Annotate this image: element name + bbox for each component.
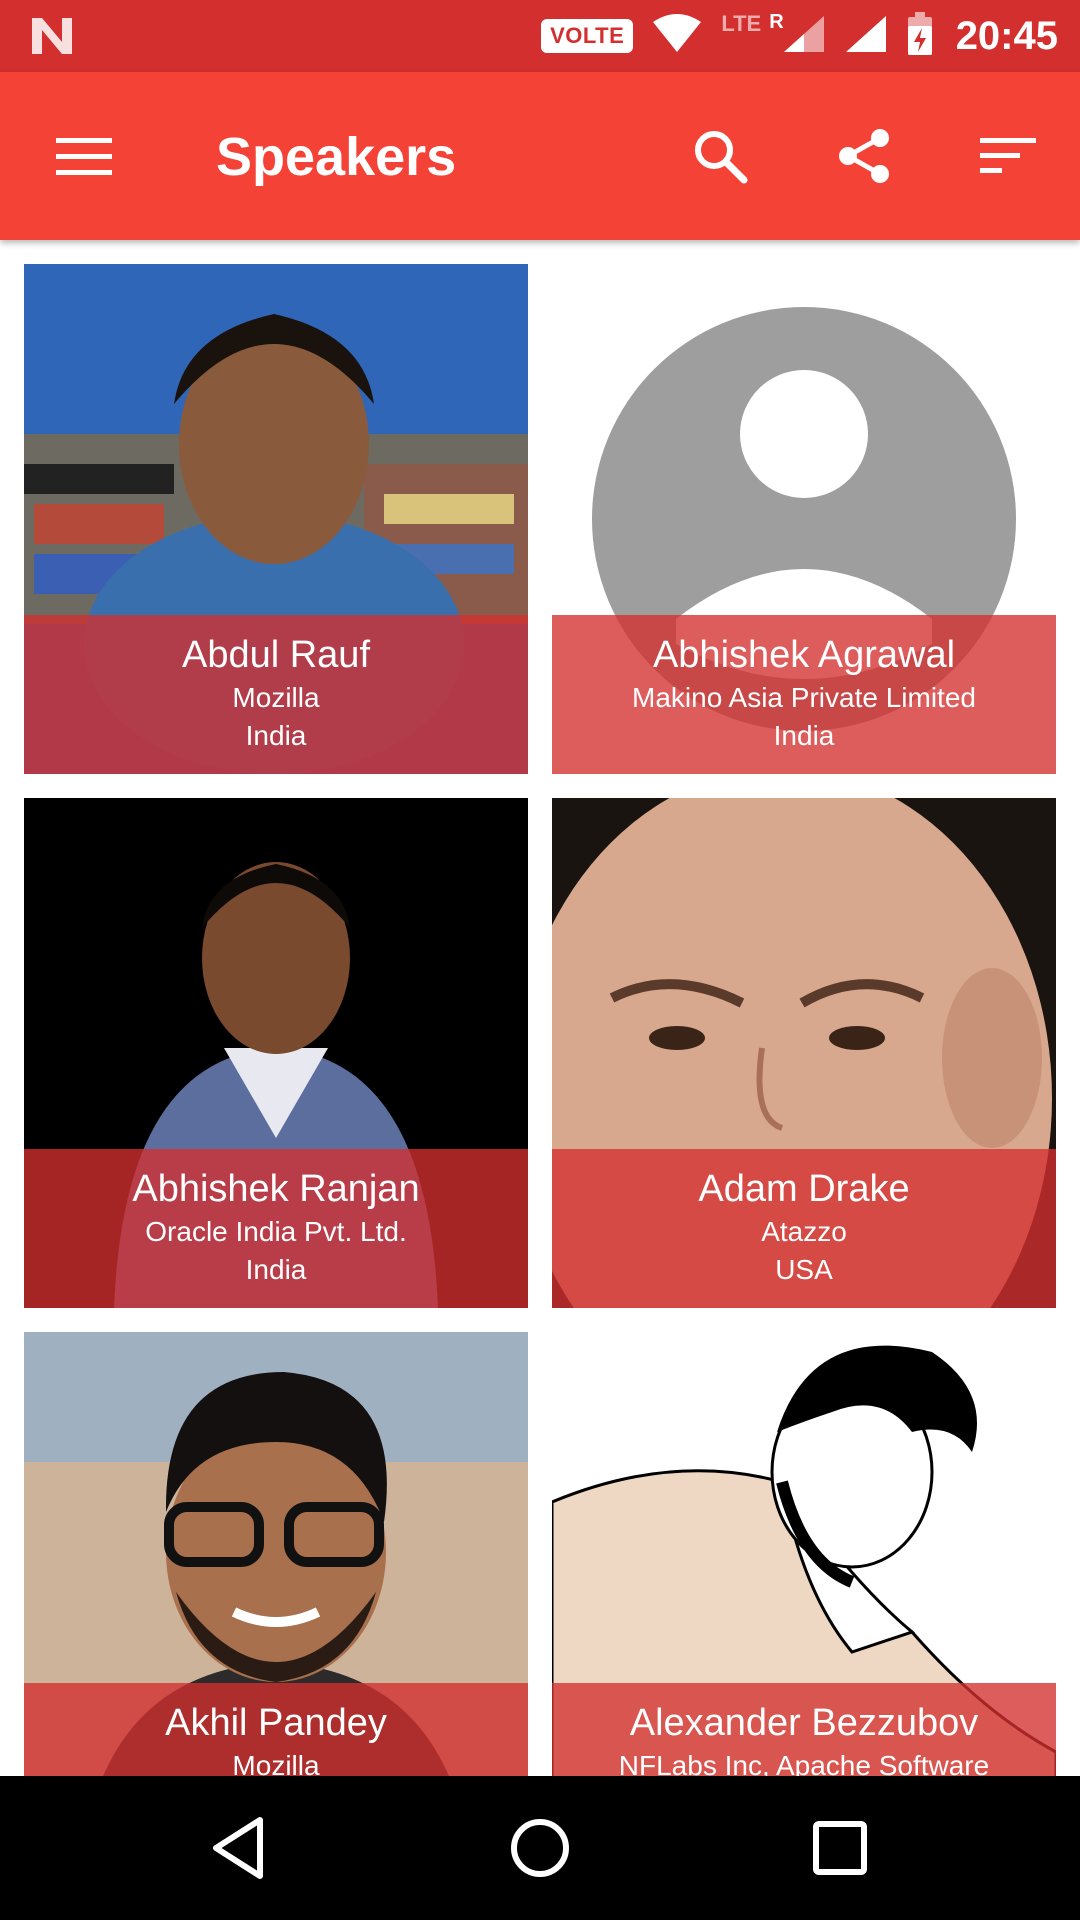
speaker-organisation: Mozilla — [232, 1750, 320, 1776]
speaker-organisation: NFLabs Inc, Apache Software Foundation — [618, 1750, 990, 1776]
speaker-country: India — [245, 720, 307, 751]
speaker-organisation: Oracle India Pvt. Ltd. — [145, 1216, 407, 1247]
speaker-card[interactable]: Adam Drake Atazzo USA — [552, 798, 1056, 1308]
page-title: Speakers — [216, 127, 457, 187]
speaker-info: Adam Drake Atazzo USA — [552, 1149, 1056, 1308]
speaker-name: Alexander Bezzubov — [629, 1702, 979, 1744]
speaker-name: Abhishek Ranjan — [132, 1168, 420, 1210]
speaker-country: India — [245, 1254, 307, 1285]
sort-icon[interactable] — [972, 120, 1044, 192]
search-icon[interactable] — [684, 120, 756, 192]
app-bar: Speakers — [0, 72, 1080, 240]
speaker-card[interactable]: Alexander Bezzubov NFLabs Inc, Apache So… — [552, 1332, 1056, 1776]
speaker-info: Abdul Rauf Mozilla India — [24, 615, 528, 774]
speaker-country: India — [773, 720, 835, 751]
speaker-info: Abhishek Agrawal Makino Asia Private Lim… — [552, 615, 1056, 774]
speaker-card[interactable]: Abdul Rauf Mozilla India — [24, 264, 528, 774]
navigation-bar — [0, 1776, 1080, 1920]
notification-n-icon — [28, 14, 76, 58]
speaker-info: Akhil Pandey Mozilla — [24, 1683, 528, 1776]
back-icon[interactable] — [204, 1812, 276, 1884]
speaker-name: Abhishek Agrawal — [652, 634, 956, 676]
speaker-info: Abhishek Ranjan Oracle India Pvt. Ltd. I… — [24, 1149, 528, 1308]
speaker-card[interactable]: Akhil Pandey Mozilla — [24, 1332, 528, 1776]
speaker-name: Abdul Rauf — [181, 634, 370, 676]
speaker-organisation: Mozilla — [232, 682, 320, 713]
speaker-card[interactable]: Abhishek Agrawal Makino Asia Private Lim… — [552, 264, 1056, 774]
speaker-name: Adam Drake — [698, 1168, 910, 1210]
roaming-indicator: R — [769, 10, 784, 33]
speaker-card[interactable]: Abhishek Ranjan Oracle India Pvt. Ltd. I… — [24, 798, 528, 1308]
recents-icon[interactable] — [804, 1812, 876, 1884]
wifi-icon — [651, 13, 703, 59]
battery-charging-icon — [906, 11, 934, 61]
speaker-organisation: Atazzo — [761, 1216, 847, 1247]
speaker-organisation: Makino Asia Private Limited — [632, 682, 976, 713]
speakers-grid: Abdul Rauf Mozilla India Abhishek Agrawa… — [24, 264, 1056, 1776]
status-time: 20:45 — [955, 13, 1058, 58]
volte-badge: VOLTE — [541, 19, 634, 53]
speaker-info: Alexander Bezzubov NFLabs Inc, Apache So… — [552, 1683, 1056, 1776]
home-icon[interactable] — [504, 1812, 576, 1884]
share-icon[interactable] — [828, 120, 900, 192]
network-type: LTE — [721, 11, 762, 36]
speaker-country: USA — [775, 1254, 833, 1285]
signal-icon-1 — [782, 14, 826, 59]
menu-icon[interactable] — [48, 120, 120, 192]
speaker-name: Akhil Pandey — [165, 1702, 387, 1744]
status-bar: VOLTE LTE R 20:45 — [0, 0, 1080, 72]
signal-icon-2 — [844, 14, 888, 59]
